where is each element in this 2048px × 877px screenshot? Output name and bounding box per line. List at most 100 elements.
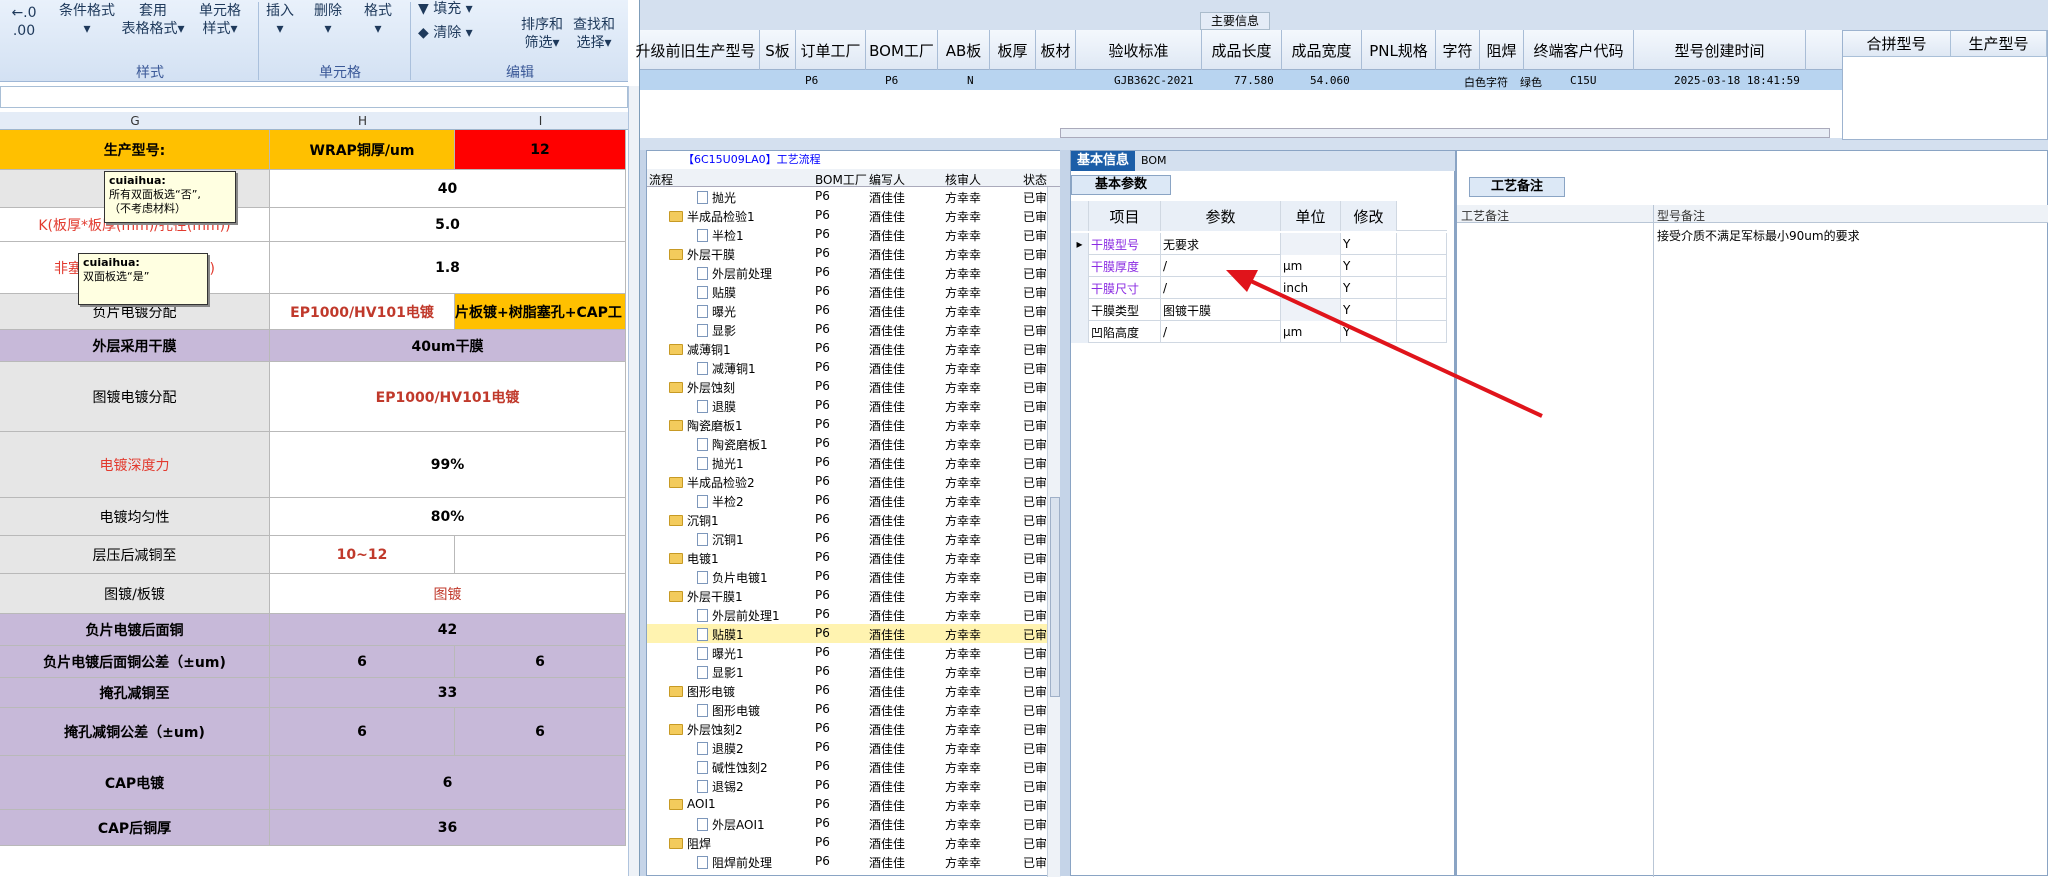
cell-label[interactable]: 电镀深度力 [0,432,270,497]
main-info-col-header[interactable]: S板 [760,30,796,70]
cell-label[interactable]: 图镀/板镀 [0,574,270,613]
cell-value[interactable]: 5.0 [270,208,626,241]
tree-row[interactable]: 抛光1 P6 酒佳佳 方幸幸 已审核 [647,453,1047,472]
craft-col-notes[interactable]: 工艺备注 [1461,207,1509,224]
tree-row[interactable]: 外层AOI1 P6 酒佳佳 方幸幸 已审核 [647,814,1047,833]
scroll-thumb[interactable] [1050,497,1060,697]
conditional-format-button[interactable]: 条件格式 ▾ [52,2,122,38]
main-info-col-header[interactable]: 板材 [1036,30,1076,70]
tree-row[interactable]: 减薄铜1 P6 酒佳佳 方幸幸 已审核 [647,339,1047,358]
tree-row[interactable]: 图形电镀 P6 酒佳佳 方幸幸 已审核 [647,700,1047,719]
tree-row[interactable]: 外层干膜 P6 酒佳佳 方幸幸 已审核 [647,244,1047,263]
tree-row[interactable]: 半成品检验1 P6 酒佳佳 方幸幸 已审核 [647,206,1047,225]
params-col-header[interactable]: 参数 [1161,201,1281,231]
param-modify[interactable]: Y [1341,321,1397,343]
main-info-col-header[interactable]: PNL规格 [1362,30,1436,70]
tree-row[interactable]: 退锡2 P6 酒佳佳 方幸幸 已审核 [647,776,1047,795]
tree-col-writer[interactable]: 编写人 [869,171,905,188]
cell-value[interactable]: EP1000/HV101电镀 [270,362,626,431]
formula-bar[interactable] [0,86,628,108]
tab-craft-notes[interactable]: 工艺备注 [1469,177,1565,197]
cell-label[interactable]: 掩孔减铜至 [0,678,270,707]
cell-value[interactable]: 80% [270,498,626,535]
params-col-header[interactable]: 项目 [1089,201,1161,231]
tree-row[interactable]: 抛光 P6 酒佳佳 方幸幸 已审核 [647,187,1047,206]
main-info-col-header[interactable]: 成品宽度 [1282,30,1362,70]
tree-row[interactable]: 负片电镀1 P6 酒佳佳 方幸幸 已审核 [647,567,1047,586]
cell-value[interactable]: 6 [270,708,455,755]
col-h[interactable]: H [270,114,455,128]
tree-row[interactable]: 外层前处理 P6 酒佳佳 方幸幸 已审核 [647,263,1047,282]
cell-label[interactable]: 层压后减铜至 [0,536,270,573]
tree-row[interactable]: 曝光1 P6 酒佳佳 方幸幸 已审核 [647,643,1047,662]
format-button[interactable]: 格式 ▾ [358,2,398,38]
tree-row[interactable]: AOI1 P6 酒佳佳 方幸幸 已审核 [647,795,1047,814]
cell-value[interactable]: 片板镀+树脂塞孔+CAP工 [455,294,626,329]
model-note-value[interactable]: 接受介质不满足军标最小90um的要求 [1657,227,1860,244]
params-col-header[interactable]: 单位 [1281,201,1341,231]
cell-label[interactable]: CAP后铜厚 [0,810,270,845]
tree-row[interactable]: 贴膜 P6 酒佳佳 方幸幸 已审核 [647,282,1047,301]
tree-row[interactable]: 外层前处理1 P6 酒佳佳 方幸幸 已审核 [647,605,1047,624]
param-value[interactable]: / [1161,255,1281,277]
cell-value[interactable]: 6 [455,708,626,755]
tree-row[interactable]: 图形电镀 P6 酒佳佳 方幸幸 已审核 [647,681,1047,700]
tree-row[interactable]: 碱性蚀刻2 P6 酒佳佳 方幸幸 已审核 [647,757,1047,776]
tree-col-status[interactable]: 状态 [1023,171,1047,188]
param-modify[interactable]: Y [1341,233,1397,255]
main-info-col-header[interactable]: 订单工厂 [796,30,866,70]
cell-value[interactable]: EP1000/HV101电镀 [270,294,455,329]
cell-value[interactable]: 1.8 [270,242,626,293]
cell-label[interactable]: 电镀均匀性 [0,498,270,535]
tab-basic-params[interactable]: 基本参数 [1071,175,1171,195]
main-info-col-header[interactable]: AB板 [938,30,990,70]
cell-value[interactable]: 42 [270,614,626,645]
cell-label[interactable]: 生产型号: [0,130,270,169]
tree-row[interactable]: 阻焊 P6 酒佳佳 方幸幸 已审核 [647,833,1047,852]
cell-value[interactable]: 6 [270,646,455,677]
main-info-col-header[interactable]: 终端客户代码 [1524,30,1634,70]
production-model-header[interactable]: 生产型号 [1951,31,2047,57]
cell-label[interactable]: 负片电镀后面铜 [0,614,270,645]
tree-row[interactable]: 阻焊前处理 P6 酒佳佳 方幸幸 已审核 [647,852,1047,871]
main-info-col-header[interactable]: 升级前旧生产型号 [632,30,760,70]
sort-filter-button[interactable]: 排序和 筛选▾ [516,16,568,52]
main-info-row[interactable]: P6 P6 N GJB362C-2021 77.580 54.060 白色字符 … [640,70,1842,90]
tree-row[interactable]: 陶瓷磨板1 P6 酒佳佳 方幸幸 已审核 [647,434,1047,453]
param-value[interactable]: / [1161,277,1281,299]
table-format-button[interactable]: 套用 表格格式▾ [118,2,188,38]
tree-col-reviewer[interactable]: 核审人 [945,171,981,188]
number-format-icon[interactable]: ←.0.00 [4,4,44,40]
cell-value[interactable]: 6 [455,646,626,677]
tree-row[interactable]: 陶瓷磨板1 P6 酒佳佳 方幸幸 已审核 [647,415,1047,434]
params-row[interactable]: ▸ 干膜型号 无要求 Y [1071,233,1447,255]
param-modify[interactable]: Y [1341,277,1397,299]
tree-row[interactable]: 半成品检验2 P6 酒佳佳 方幸幸 已审核 [647,472,1047,491]
splitter[interactable] [1060,150,1070,876]
insert-button[interactable]: 插入 ▾ [260,2,300,38]
cell-value[interactable]: 6 [270,756,626,809]
tree-row[interactable]: 外层蚀刻 P6 酒佳佳 方幸幸 已审核 [647,377,1047,396]
main-info-hscrollbar[interactable] [1060,128,1830,138]
tree-col-process[interactable]: 流程 [649,171,673,188]
param-value[interactable]: / [1161,321,1281,343]
cell-value[interactable]: 33 [270,678,626,707]
cell-style-button[interactable]: 单元格 样式▾ [188,2,252,38]
tree-row[interactable]: 沉铜1 P6 酒佳佳 方幸幸 已审核 [647,510,1047,529]
cell-value[interactable]: 40 [270,170,626,207]
col-i[interactable]: I [455,114,626,128]
tree-row[interactable]: 半检1 P6 酒佳佳 方幸幸 已审核 [647,225,1047,244]
cell-label[interactable]: 图镀电镀分配 [0,362,270,431]
params-row[interactable]: 干膜类型 图镀干膜 Y [1071,299,1447,321]
cell-label[interactable]: 掩孔减铜公差（±um) [0,708,270,755]
tree-row[interactable]: 贴膜1 P6 酒佳佳 方幸幸 已审核 [647,624,1047,643]
process-tree-scrollbar[interactable] [1047,187,1061,877]
tree-row[interactable]: 退膜 P6 酒佳佳 方幸幸 已审核 [647,396,1047,415]
tree-row[interactable]: 半检2 P6 酒佳佳 方幸幸 已审核 [647,491,1047,510]
main-info-col-header[interactable]: 字符 [1436,30,1480,70]
param-value[interactable]: 图镀干膜 [1161,299,1281,321]
tree-row[interactable]: 显影 P6 酒佳佳 方幸幸 已审核 [647,320,1047,339]
cell-label[interactable]: 外层采用干膜 [0,330,270,361]
param-value[interactable]: 无要求 [1161,233,1281,255]
params-row[interactable]: 凹陷高度 / μm Y [1071,321,1447,343]
